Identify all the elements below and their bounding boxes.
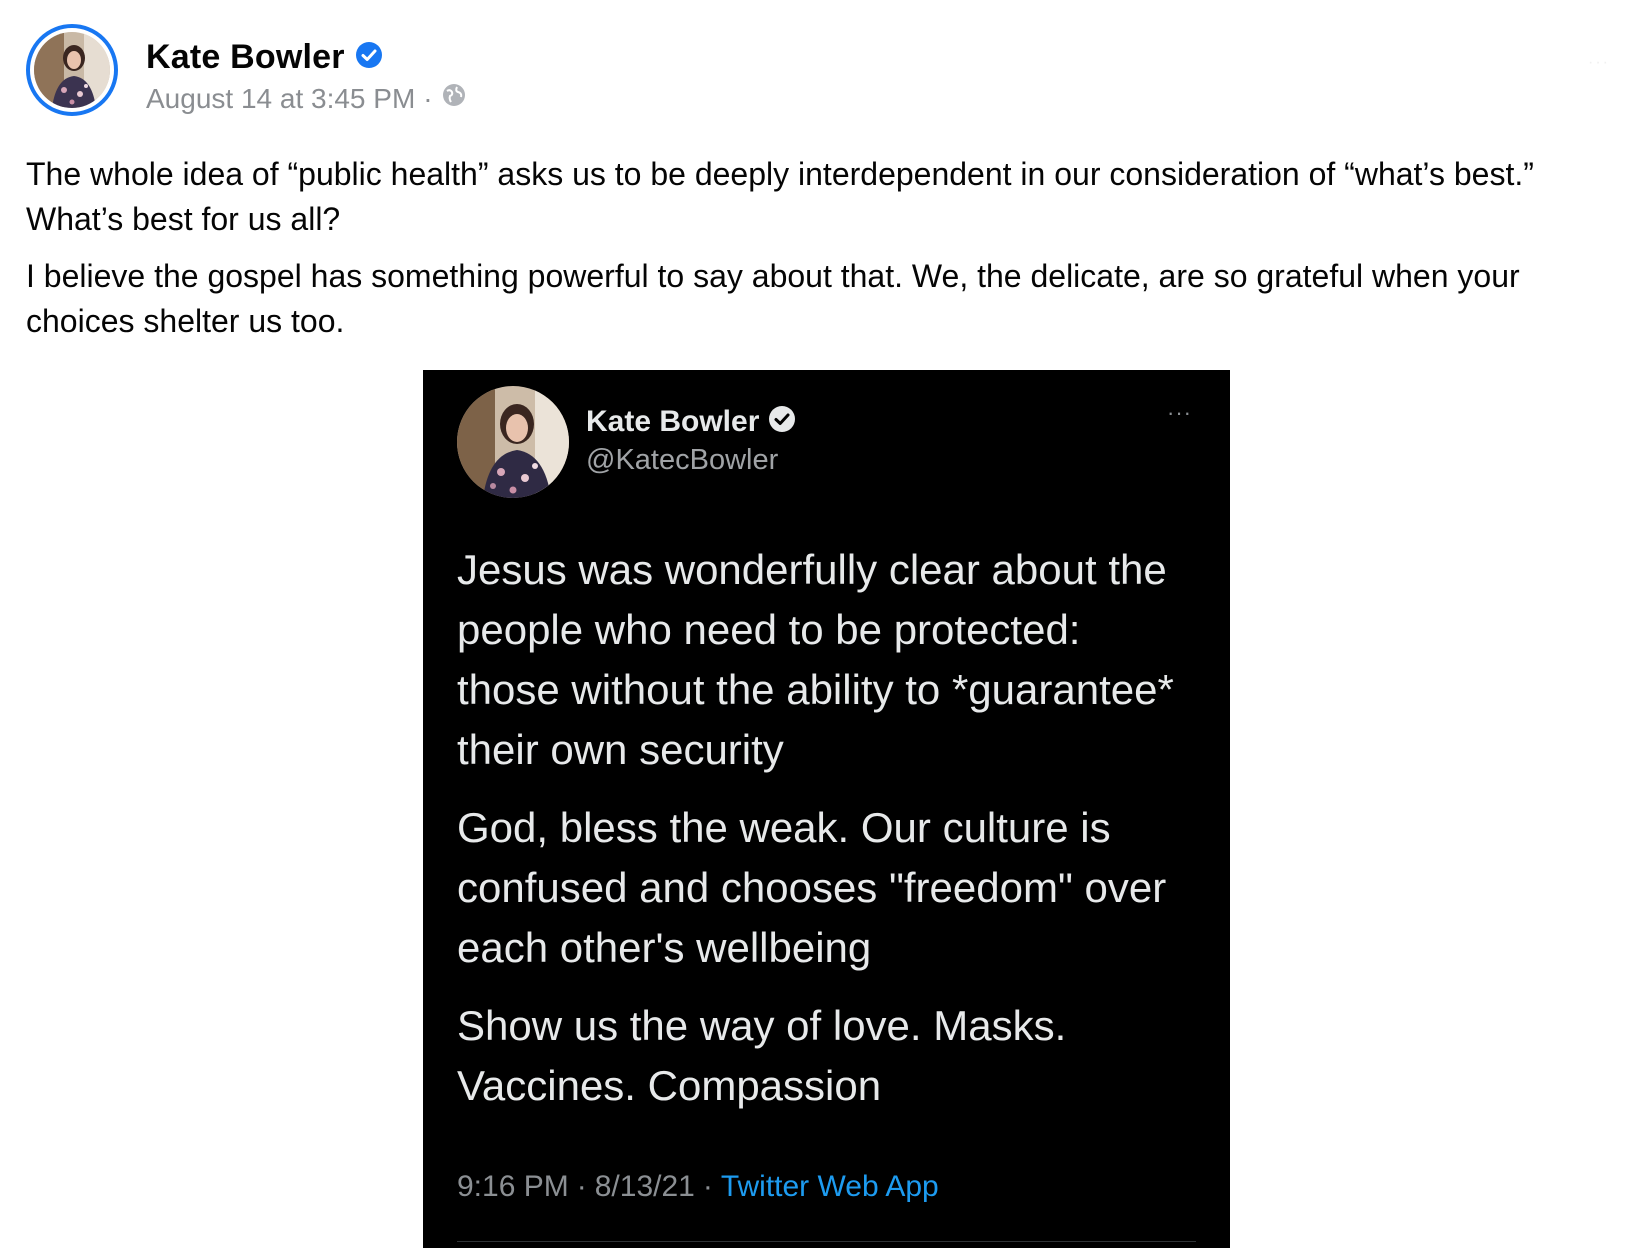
tweet-time: 9:16 PM [457,1170,569,1203]
tweet-more-icon: ··· [1167,400,1192,425]
post-message: The whole idea of “public health” asks u… [26,152,1616,356]
tweet-footer-separator: · [702,1170,713,1203]
tweet-source: Twitter Web App [720,1170,939,1203]
tweet-verified-icon [767,404,797,439]
tweet-footer: 9:16 PM · 8/13/21 · Twitter Web App [457,1170,939,1204]
facebook-post: Kate Bowler August 14 at 3:45 PM · ··· T… [0,0,1640,1250]
post-timestamp[interactable]: August 14 at 3:45 PM [146,83,415,115]
meta-separator: · [423,82,433,114]
post-meta: August 14 at 3:45 PM · [146,82,467,115]
tweet-author-name: Kate Bowler [586,404,760,438]
author-name[interactable]: Kate Bowler [146,38,345,77]
tweet-author-handle: @KatecBowler [586,444,779,476]
tweet-author-avatar [457,386,569,498]
tweet-date: 8/13/21 [594,1170,695,1203]
tweet-paragraph: God, bless the weak. Our culture is conf… [457,804,1167,971]
post-paragraph: I believe the gospel has something power… [26,258,1520,339]
tweet-footer-separator: · [576,1170,587,1203]
tweet-name-row: Kate Bowler [586,404,797,439]
tweet-screenshot-image[interactable]: Kate Bowler @KatecBowler ··· Jesus was w… [423,370,1230,1248]
globe-icon[interactable] [441,82,467,115]
author-avatar[interactable] [26,24,118,116]
tweet-text: Jesus was wonderfully clear about the pe… [457,540,1187,1134]
post-options-button[interactable]: ··· [1588,54,1610,72]
avatar-photo [34,32,110,108]
tweet-paragraph: Show us the way of love. Masks. Vaccines… [457,1002,1067,1109]
author-row: Kate Bowler [146,38,383,77]
tweet-paragraph: Jesus was wonderfully clear about the pe… [457,546,1174,773]
verified-badge-icon [355,41,383,74]
post-paragraph: The whole idea of “public health” asks u… [26,156,1534,237]
tweet-divider [457,1241,1196,1242]
